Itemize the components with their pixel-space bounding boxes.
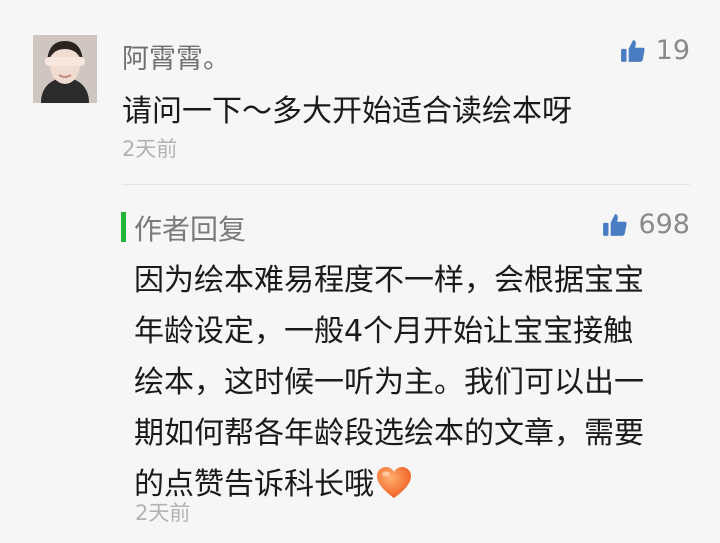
comment-text: 请问一下～多大开始适合读绘本呀 — [122, 94, 572, 129]
reply-line: 因为绘本难易程度不一样，会根据宝宝 — [134, 263, 644, 298]
avatar-image — [33, 35, 97, 103]
reply-like-button[interactable]: 698 — [602, 209, 690, 240]
reply-text: 因为绘本难易程度不一样，会根据宝宝 年龄设定，一般4个月开始让宝宝接触 绘本，这… — [134, 255, 694, 510]
reply-line: 期如何帮各年龄段选绘本的文章，需要 — [134, 416, 644, 451]
comment-like-count: 19 — [655, 35, 690, 66]
reply-accent-bar — [121, 212, 126, 242]
comment-like-button[interactable]: 19 — [620, 35, 690, 66]
reply-line: 绘本，这时候一听为主。我们可以出一 — [134, 365, 644, 400]
reply-like-count: 698 — [638, 209, 690, 240]
heart-emoji-icon — [377, 467, 411, 498]
thumbs-up-icon — [620, 39, 645, 62]
divider — [122, 184, 690, 185]
comment-timestamp: 2天前 — [122, 137, 178, 161]
reply-timestamp: 2天前 — [135, 501, 191, 525]
comment-username[interactable]: 阿霄霄。 — [122, 37, 230, 76]
author-reply-label: 作者回复 — [134, 213, 247, 246]
thumbs-up-icon — [603, 213, 628, 236]
avatar[interactable] — [33, 35, 97, 103]
reply-line-last: 的点赞告诉科长哦 — [134, 459, 694, 510]
reply-line: 年龄设定，一般4个月开始让宝宝接触 — [134, 314, 634, 349]
